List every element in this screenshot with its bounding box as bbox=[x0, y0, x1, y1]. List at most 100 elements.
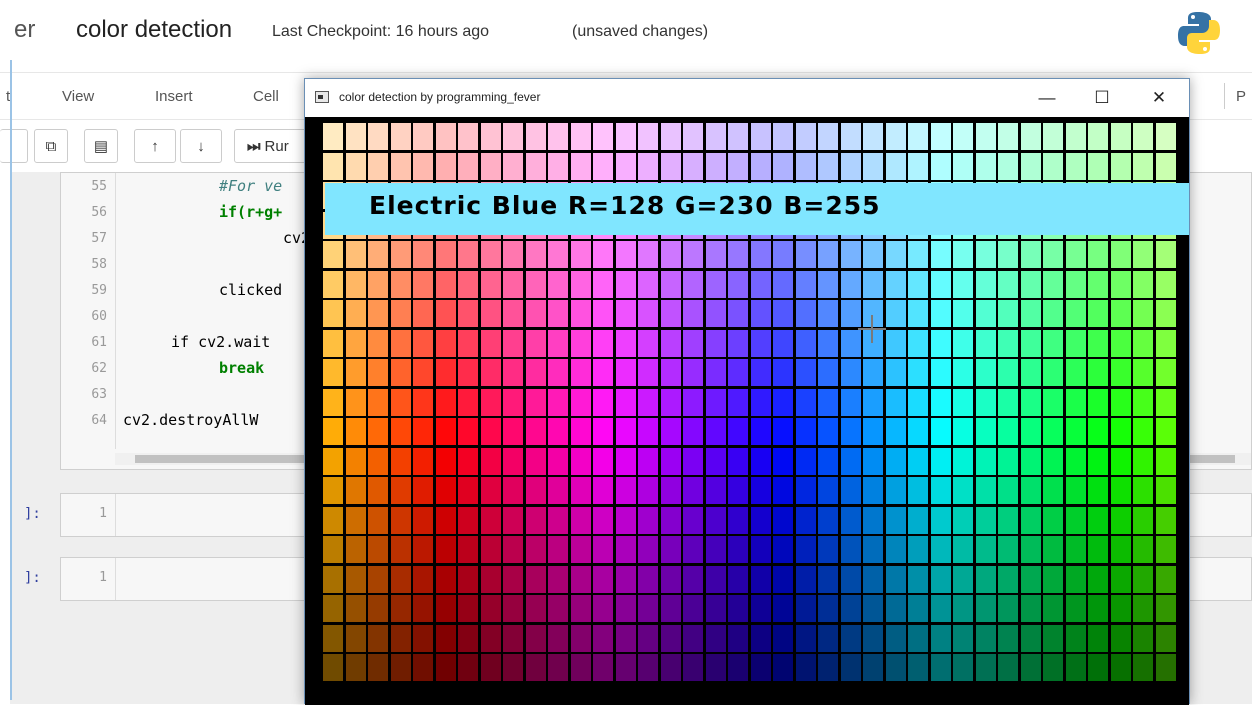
color-swatch[interactable] bbox=[1043, 418, 1063, 445]
color-swatch[interactable] bbox=[975, 270, 996, 298]
color-swatch[interactable] bbox=[773, 536, 793, 563]
color-swatch[interactable] bbox=[390, 152, 411, 180]
color-swatch[interactable] bbox=[548, 595, 568, 622]
color-swatch[interactable] bbox=[908, 565, 928, 593]
color-swatch[interactable] bbox=[998, 270, 1018, 298]
color-swatch[interactable] bbox=[840, 595, 861, 622]
color-swatch[interactable] bbox=[323, 506, 343, 534]
color-swatch[interactable] bbox=[683, 359, 703, 386]
color-swatch[interactable] bbox=[548, 565, 568, 593]
color-swatch[interactable] bbox=[368, 418, 388, 445]
color-swatch[interactable] bbox=[975, 241, 996, 268]
color-swatch[interactable] bbox=[390, 595, 411, 622]
color-swatch[interactable] bbox=[1110, 359, 1131, 386]
menu-insert[interactable]: Insert bbox=[155, 88, 193, 105]
color-swatch[interactable] bbox=[953, 418, 973, 445]
color-swatch[interactable] bbox=[975, 359, 996, 386]
color-swatch[interactable] bbox=[323, 565, 343, 593]
paste-button[interactable]: ▤ bbox=[84, 129, 118, 163]
color-swatch[interactable] bbox=[975, 565, 996, 593]
color-swatch[interactable] bbox=[728, 418, 748, 445]
color-swatch[interactable] bbox=[390, 536, 411, 563]
color-swatch[interactable] bbox=[1065, 152, 1086, 180]
color-swatch[interactable] bbox=[750, 624, 771, 652]
color-swatch[interactable] bbox=[1155, 123, 1176, 150]
color-swatch[interactable] bbox=[1065, 359, 1086, 386]
color-swatch[interactable] bbox=[1133, 359, 1153, 386]
color-swatch[interactable] bbox=[368, 654, 388, 681]
color-swatch[interactable] bbox=[638, 654, 658, 681]
color-swatch[interactable] bbox=[615, 152, 636, 180]
color-swatch[interactable] bbox=[750, 565, 771, 593]
color-swatch[interactable] bbox=[503, 388, 523, 416]
color-swatch[interactable] bbox=[458, 447, 478, 475]
color-swatch[interactable] bbox=[1065, 329, 1086, 357]
color-swatch[interactable] bbox=[728, 565, 748, 593]
color-swatch[interactable] bbox=[1043, 595, 1063, 622]
color-swatch[interactable] bbox=[885, 241, 906, 268]
color-swatch[interactable] bbox=[795, 477, 816, 504]
color-swatch[interactable] bbox=[885, 477, 906, 504]
color-swatch[interactable] bbox=[705, 152, 726, 180]
color-swatch[interactable] bbox=[435, 624, 456, 652]
color-swatch[interactable] bbox=[548, 270, 568, 298]
color-swatch[interactable] bbox=[638, 329, 658, 357]
color-swatch[interactable] bbox=[570, 123, 591, 150]
color-swatch[interactable] bbox=[728, 477, 748, 504]
color-swatch[interactable] bbox=[998, 388, 1018, 416]
color-swatch[interactable] bbox=[863, 241, 883, 268]
color-swatch[interactable] bbox=[975, 624, 996, 652]
color-swatch[interactable] bbox=[953, 329, 973, 357]
color-swatch[interactable] bbox=[683, 624, 703, 652]
color-swatch[interactable] bbox=[1110, 595, 1131, 622]
color-swatch[interactable] bbox=[1065, 595, 1086, 622]
color-swatch[interactable] bbox=[998, 654, 1018, 681]
color-swatch[interactable] bbox=[615, 477, 636, 504]
color-swatch[interactable] bbox=[458, 565, 478, 593]
menu-partial[interactable]: P bbox=[1236, 88, 1246, 105]
color-swatch[interactable] bbox=[390, 654, 411, 681]
color-swatch[interactable] bbox=[615, 359, 636, 386]
color-swatch[interactable] bbox=[368, 241, 388, 268]
color-swatch[interactable] bbox=[953, 300, 973, 327]
color-swatch[interactable] bbox=[908, 123, 928, 150]
color-swatch[interactable] bbox=[413, 506, 433, 534]
color-swatch[interactable] bbox=[773, 123, 793, 150]
color-swatch[interactable] bbox=[840, 388, 861, 416]
color-swatch[interactable] bbox=[548, 388, 568, 416]
color-swatch[interactable] bbox=[683, 300, 703, 327]
color-swatch[interactable] bbox=[435, 536, 456, 563]
color-swatch[interactable] bbox=[660, 329, 681, 357]
color-swatch[interactable] bbox=[1043, 329, 1063, 357]
color-swatch[interactable] bbox=[1043, 152, 1063, 180]
color-swatch[interactable] bbox=[1110, 329, 1131, 357]
color-swatch[interactable] bbox=[908, 506, 928, 534]
color-swatch[interactable] bbox=[615, 595, 636, 622]
color-swatch[interactable] bbox=[323, 388, 343, 416]
color-swatch[interactable] bbox=[863, 536, 883, 563]
color-swatch[interactable] bbox=[323, 270, 343, 298]
color-swatch[interactable] bbox=[683, 388, 703, 416]
color-swatch[interactable] bbox=[998, 565, 1018, 593]
color-swatch[interactable] bbox=[660, 152, 681, 180]
color-swatch[interactable] bbox=[795, 300, 816, 327]
color-swatch[interactable] bbox=[1020, 565, 1041, 593]
color-swatch[interactable] bbox=[818, 418, 838, 445]
move-down-button[interactable]: ↓ bbox=[180, 129, 222, 163]
color-swatch[interactable] bbox=[345, 329, 366, 357]
color-swatch[interactable] bbox=[615, 300, 636, 327]
color-swatch[interactable] bbox=[1110, 565, 1131, 593]
color-swatch[interactable] bbox=[773, 565, 793, 593]
color-swatch[interactable] bbox=[975, 329, 996, 357]
color-swatch[interactable] bbox=[368, 624, 388, 652]
menu-cell[interactable]: Cell bbox=[253, 88, 279, 105]
color-swatch[interactable] bbox=[885, 506, 906, 534]
color-swatch[interactable] bbox=[638, 595, 658, 622]
color-swatch[interactable] bbox=[728, 536, 748, 563]
color-swatch[interactable] bbox=[930, 123, 951, 150]
color-swatch[interactable] bbox=[1133, 536, 1153, 563]
color-swatch[interactable] bbox=[390, 270, 411, 298]
color-swatch[interactable] bbox=[1088, 565, 1108, 593]
color-swatch[interactable] bbox=[548, 418, 568, 445]
color-swatch[interactable] bbox=[953, 388, 973, 416]
